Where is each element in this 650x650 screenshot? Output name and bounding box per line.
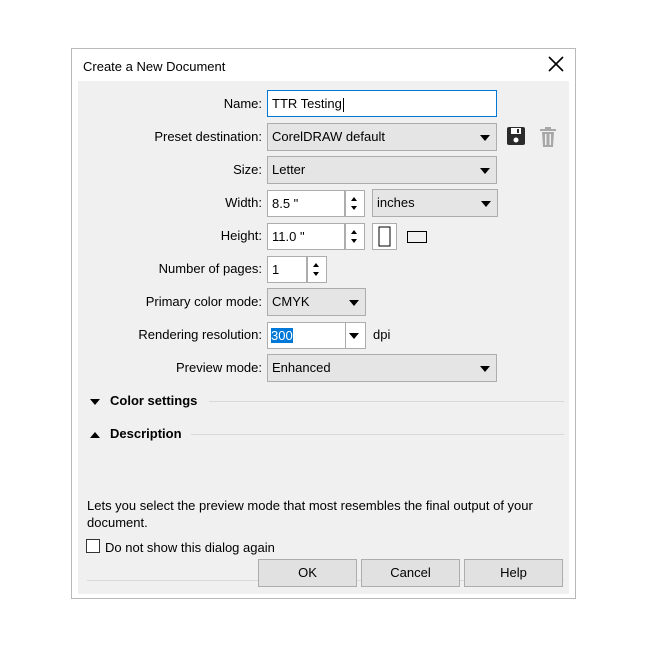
description-toggle[interactable]: Description [90, 426, 182, 441]
chevron-down-icon [480, 366, 490, 372]
spin-up-icon[interactable] [313, 263, 319, 267]
resolution-input[interactable]: 300 [267, 322, 366, 349]
pages-label: Number of pages: [158, 261, 262, 276]
do-not-show-label: Do not show this dialog again [105, 540, 275, 555]
height-input[interactable]: 11.0 " [267, 223, 345, 250]
preset-destination-value: CorelDRAW default [272, 129, 385, 144]
units-value: inches [377, 195, 415, 210]
portrait-page-icon[interactable] [372, 223, 397, 250]
resolution-label: Rendering resolution: [138, 327, 262, 342]
width-input[interactable]: 8.5 " [267, 190, 345, 217]
height-spinner[interactable] [345, 223, 365, 250]
collapse-icon [90, 431, 100, 438]
size-value: Letter [272, 162, 306, 177]
landscape-page-icon[interactable] [406, 229, 428, 248]
name-input[interactable]: TTR Testing [267, 90, 497, 117]
height-value: 11.0 " [272, 229, 305, 244]
pages-spinner[interactable] [307, 256, 327, 283]
ok-button[interactable]: OK [258, 559, 357, 587]
preview-mode-select[interactable]: Enhanced [267, 354, 497, 382]
resolution-value: 300 [271, 328, 293, 343]
color-settings-toggle[interactable]: Color settings [90, 393, 197, 408]
pages-value: 1 [272, 262, 280, 277]
cancel-button[interactable]: Cancel [361, 559, 460, 587]
spin-up-icon[interactable] [351, 197, 357, 201]
chevron-down-icon [349, 300, 359, 306]
pages-input[interactable]: 1 [267, 256, 307, 283]
width-spinner[interactable] [345, 190, 365, 217]
name-input-value: TTR Testing [272, 96, 342, 111]
spin-down-icon[interactable] [351, 206, 357, 210]
spin-up-icon[interactable] [351, 230, 357, 234]
width-label: Width: [225, 195, 262, 210]
color-mode-value: CMYK [272, 294, 310, 309]
preview-mode-value: Enhanced [272, 360, 331, 375]
text-cursor [342, 97, 344, 112]
color-mode-label: Primary color mode: [145, 294, 262, 309]
create-document-dialog: Create a New Document Name: TTR Testing … [71, 48, 576, 599]
resolution-unit: dpi [373, 327, 391, 342]
separator [209, 401, 564, 402]
color-settings-heading: Color settings [110, 393, 198, 408]
chevron-down-icon [480, 168, 490, 174]
trash-icon[interactable] [538, 126, 558, 151]
help-button[interactable]: Help [464, 559, 563, 587]
chevron-down-icon [480, 135, 490, 141]
preview-mode-label: Preview mode: [176, 360, 262, 375]
floppy-disk-icon[interactable] [506, 126, 526, 149]
size-select[interactable]: Letter [267, 156, 497, 184]
separator [191, 434, 564, 435]
size-label: Size: [233, 162, 262, 177]
do-not-show-checkbox[interactable] [86, 539, 100, 553]
preset-destination-label: Preset destination: [154, 129, 262, 144]
spin-down-icon[interactable] [351, 239, 357, 243]
width-value: 8.5 " [272, 196, 299, 211]
preset-destination-select[interactable]: CorelDRAW default [267, 123, 497, 151]
chevron-down-icon[interactable] [349, 333, 359, 339]
description-text: Lets you select the preview mode that mo… [87, 498, 533, 530]
height-label: Height: [220, 228, 262, 243]
description-heading: Description [110, 426, 182, 441]
chevron-down-icon [481, 201, 491, 207]
units-select[interactable]: inches [372, 189, 498, 217]
close-icon[interactable] [543, 51, 569, 77]
title-bar: Create a New Document [72, 49, 575, 81]
spin-down-icon[interactable] [313, 272, 319, 276]
color-mode-select[interactable]: CMYK [267, 288, 366, 316]
expand-icon [90, 398, 100, 405]
name-label: Name: [223, 96, 262, 111]
dialog-body: Name: TTR Testing Preset destination: Co… [78, 81, 569, 594]
resolution-divider [345, 323, 346, 348]
dialog-title: Create a New Document [83, 59, 226, 74]
